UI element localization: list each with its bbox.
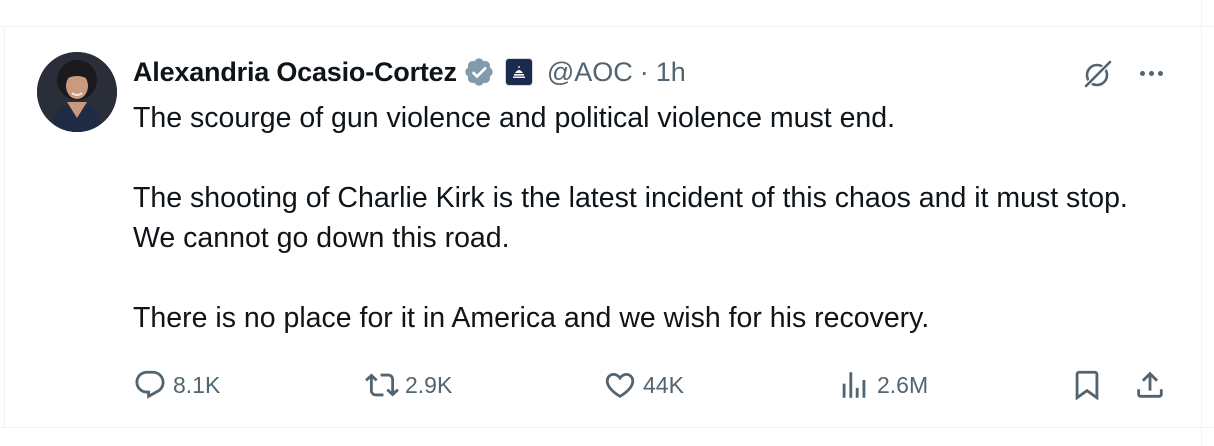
verified-badge-icon[interactable] bbox=[463, 56, 495, 88]
like-icon bbox=[605, 372, 635, 398]
tweet-header: Alexandria Ocasio-Cortez @AOC · 1h bbox=[133, 52, 686, 92]
bookmark-button[interactable] bbox=[1070, 364, 1104, 406]
next-post-divider bbox=[0, 427, 1214, 446]
previous-post-divider bbox=[0, 0, 1214, 27]
repost-button[interactable]: 2.9K bbox=[365, 364, 452, 406]
views-button[interactable]: 2.6M bbox=[837, 364, 928, 406]
profile-photo bbox=[37, 52, 117, 132]
more-icon-dot bbox=[1148, 70, 1154, 76]
timeline-border-left bbox=[4, 26, 5, 428]
tweet-text: The scourge of gun violence and politica… bbox=[133, 98, 1173, 338]
views-icon bbox=[842, 372, 866, 398]
action-bar: 8.1K 2.9K 44K 2.6M bbox=[133, 364, 1173, 406]
reply-count: 8.1K bbox=[173, 371, 221, 398]
more-icon-dot bbox=[1139, 70, 1145, 76]
author-handle[interactable]: @AOC bbox=[547, 57, 633, 88]
more-icon-dot bbox=[1157, 70, 1163, 76]
reply-button[interactable]: 8.1K bbox=[133, 364, 220, 406]
tweet-paragraph: The scourge of gun violence and politica… bbox=[133, 102, 896, 134]
views-count: 2.6M bbox=[877, 371, 929, 398]
timeline-border-right bbox=[1201, 0, 1202, 446]
more-button[interactable] bbox=[1134, 58, 1168, 88]
reply-icon bbox=[135, 370, 165, 399]
meta-separator: · bbox=[639, 56, 649, 87]
repost-icon bbox=[365, 373, 399, 397]
like-button[interactable]: 44K bbox=[603, 364, 684, 406]
bookmark-icon bbox=[1075, 370, 1099, 401]
share-button[interactable] bbox=[1133, 364, 1167, 406]
share-icon bbox=[1137, 371, 1163, 398]
repost-count: 2.9K bbox=[405, 371, 453, 398]
grok-icon bbox=[1081, 59, 1113, 91]
avatar[interactable] bbox=[37, 52, 117, 132]
post-timestamp[interactable]: 1h bbox=[656, 57, 686, 88]
like-count: 44K bbox=[643, 371, 684, 398]
grok-button[interactable] bbox=[1080, 56, 1116, 92]
tweet-paragraph: There is no place for it in America and … bbox=[133, 302, 930, 334]
author-name[interactable]: Alexandria Ocasio-Cortez bbox=[133, 57, 457, 88]
tweet-frame: Alexandria Ocasio-Cortez @AOC · 1h The s… bbox=[0, 0, 1214, 446]
tweet-paragraph: The shooting of Charlie Kirk is the late… bbox=[133, 182, 1128, 254]
capitol-icon[interactable] bbox=[504, 58, 533, 86]
